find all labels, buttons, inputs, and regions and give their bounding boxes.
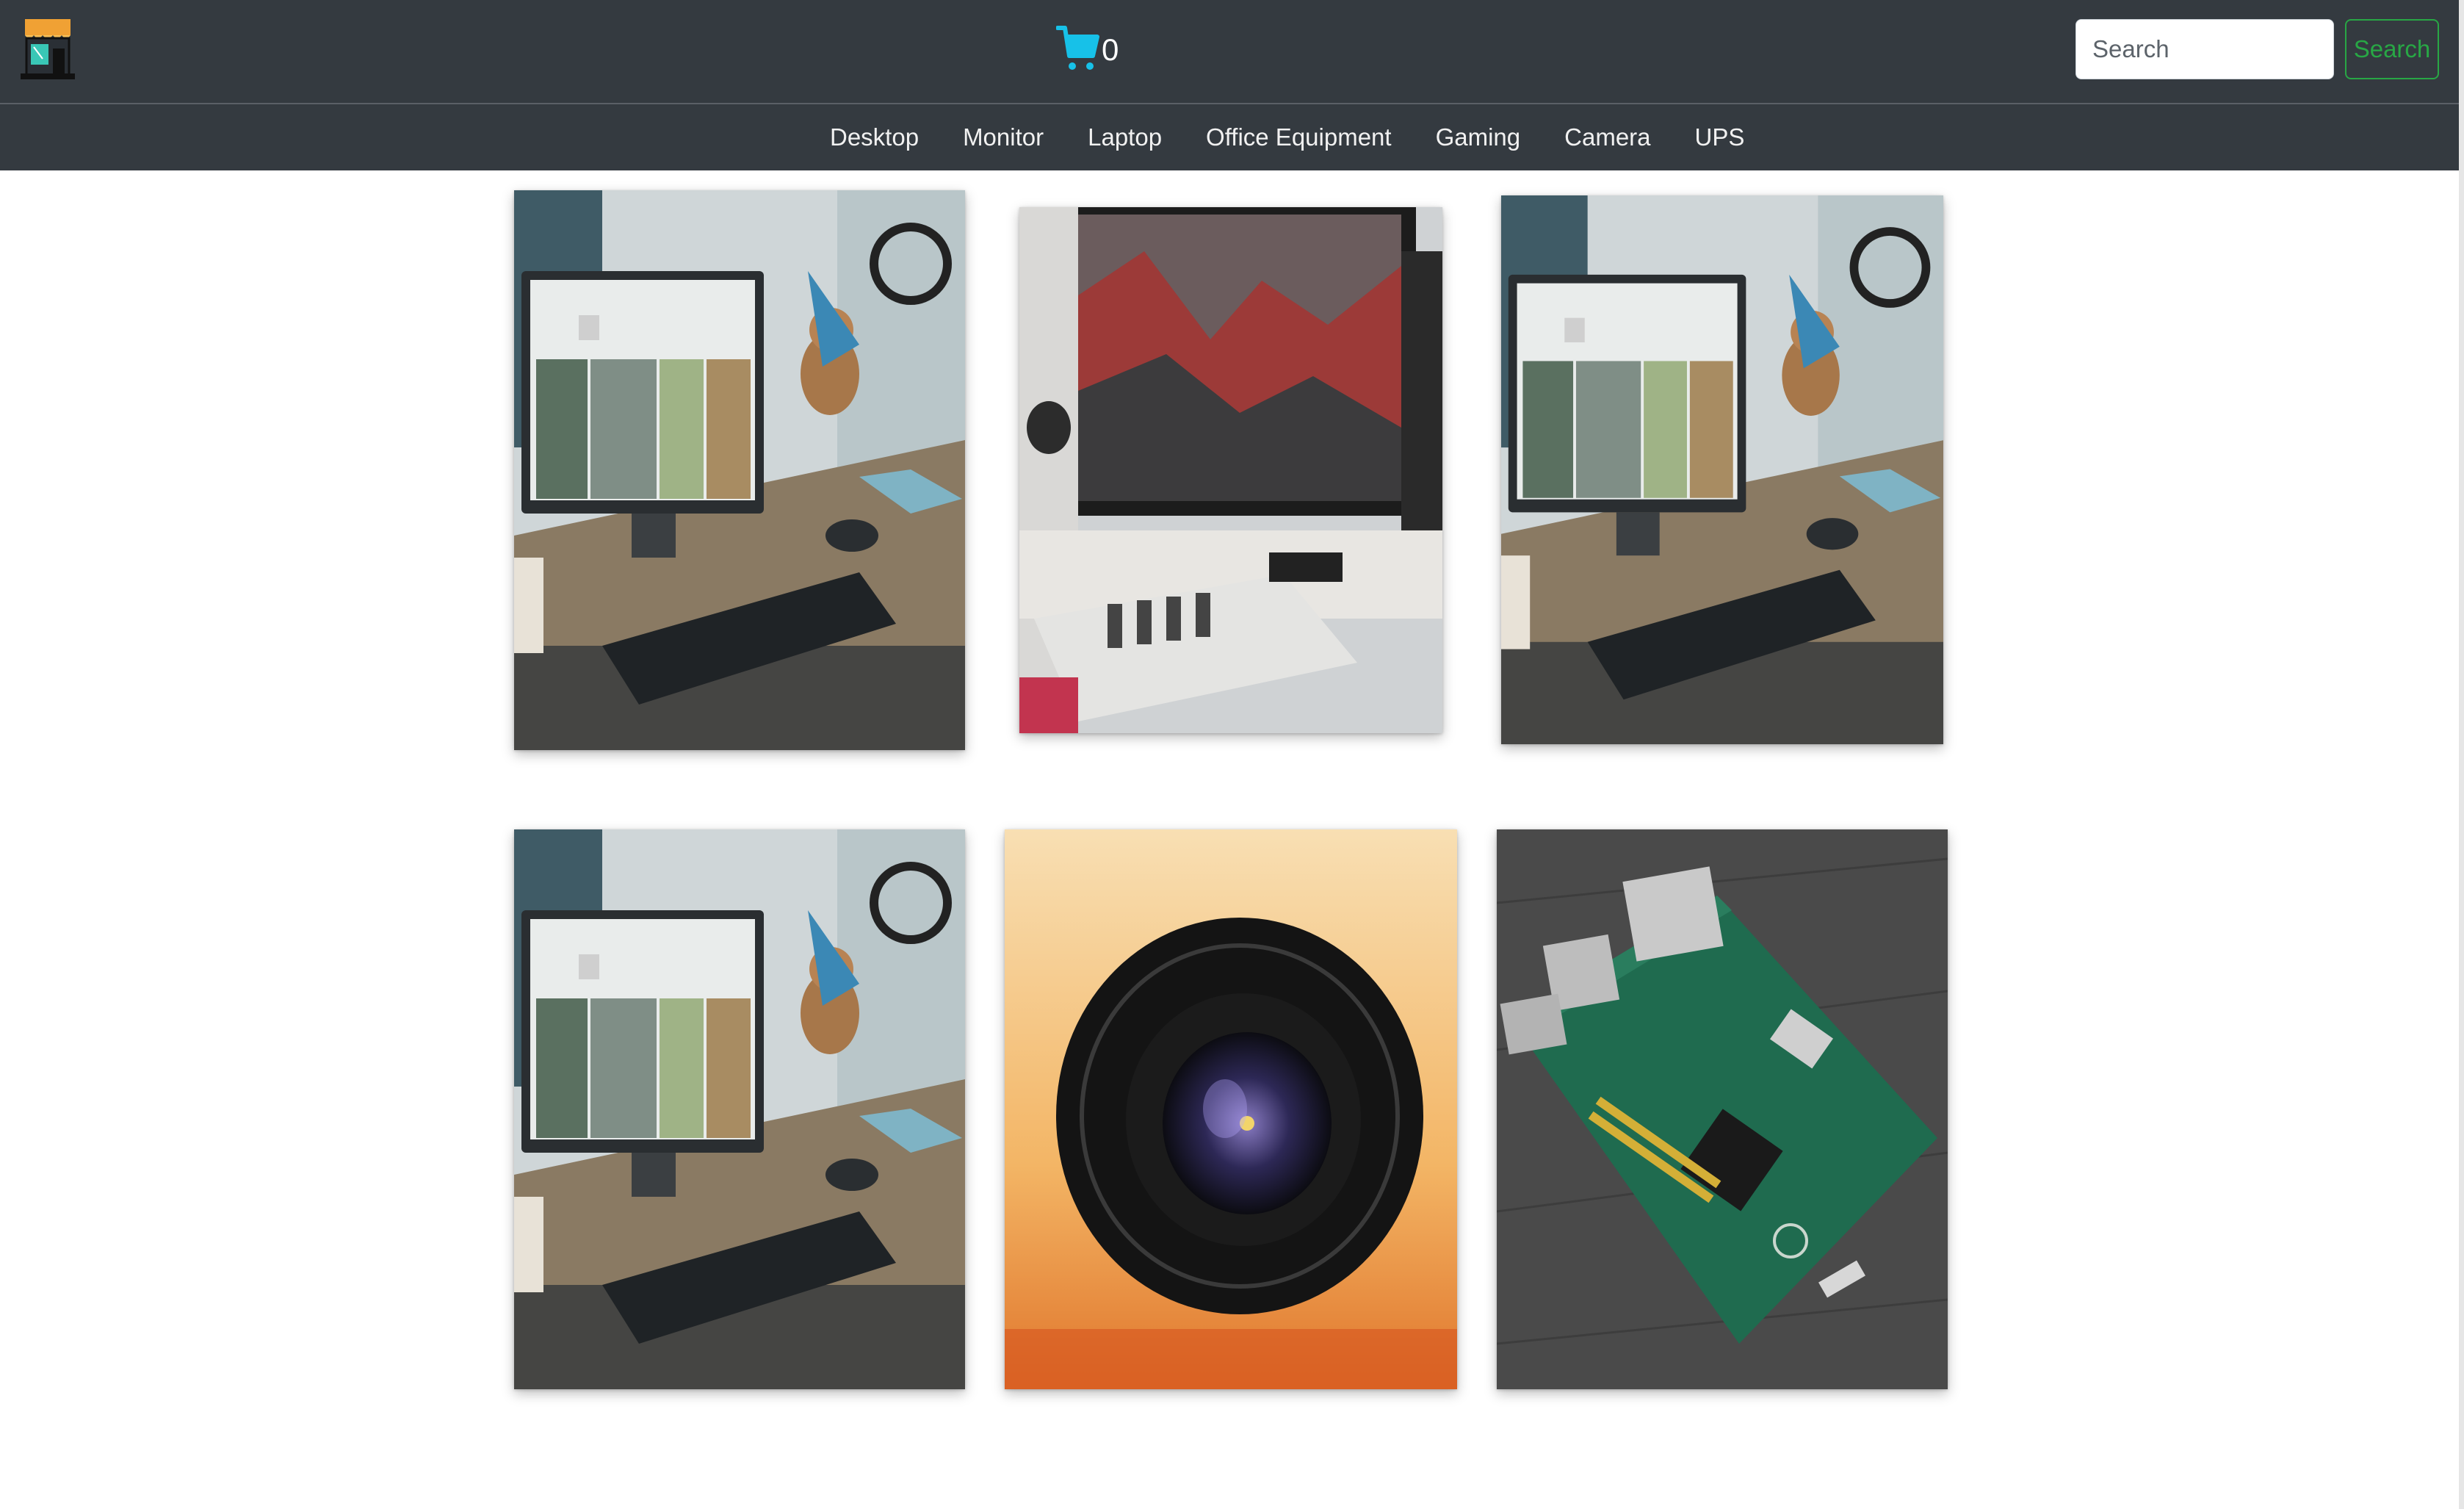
- category-office-equipment[interactable]: Office Equipment: [1184, 123, 1414, 151]
- search-input[interactable]: [2075, 19, 2334, 79]
- cart-count-badge: 0: [1102, 32, 1119, 67]
- category-nav: Desktop Monitor Laptop Office Equipment …: [0, 104, 2459, 170]
- top-navbar: 0 Search: [0, 0, 2459, 104]
- circuit-board-photo: [1497, 829, 1948, 1389]
- category-camera[interactable]: Camera: [1542, 123, 1672, 151]
- desk-setup-photo: [1501, 195, 1943, 744]
- cart-button[interactable]: 0: [1055, 21, 1119, 79]
- product-card[interactable]: [1019, 207, 1442, 733]
- camera-lens-photo: [1005, 829, 1457, 1389]
- product-card[interactable]: [1005, 829, 1457, 1389]
- storefront-icon[interactable]: [21, 19, 75, 81]
- product-card[interactable]: [1501, 195, 1943, 744]
- search-button[interactable]: Search: [2345, 19, 2439, 79]
- product-card[interactable]: [514, 829, 965, 1389]
- category-laptop[interactable]: Laptop: [1066, 123, 1184, 151]
- page-scrollbar[interactable]: [2459, 0, 2464, 1509]
- desk-setup-photo: [514, 829, 965, 1389]
- shopping-cart-icon: [1055, 22, 1100, 79]
- category-ups[interactable]: UPS: [1673, 123, 1767, 151]
- desk-setup-photo: [514, 190, 965, 750]
- category-gaming[interactable]: Gaming: [1414, 123, 1543, 151]
- category-desktop[interactable]: Desktop: [808, 123, 941, 151]
- category-monitor[interactable]: Monitor: [941, 123, 1066, 151]
- monitor-studio-photo: [1019, 207, 1442, 733]
- product-card[interactable]: [514, 190, 965, 750]
- product-card[interactable]: [1497, 829, 1948, 1389]
